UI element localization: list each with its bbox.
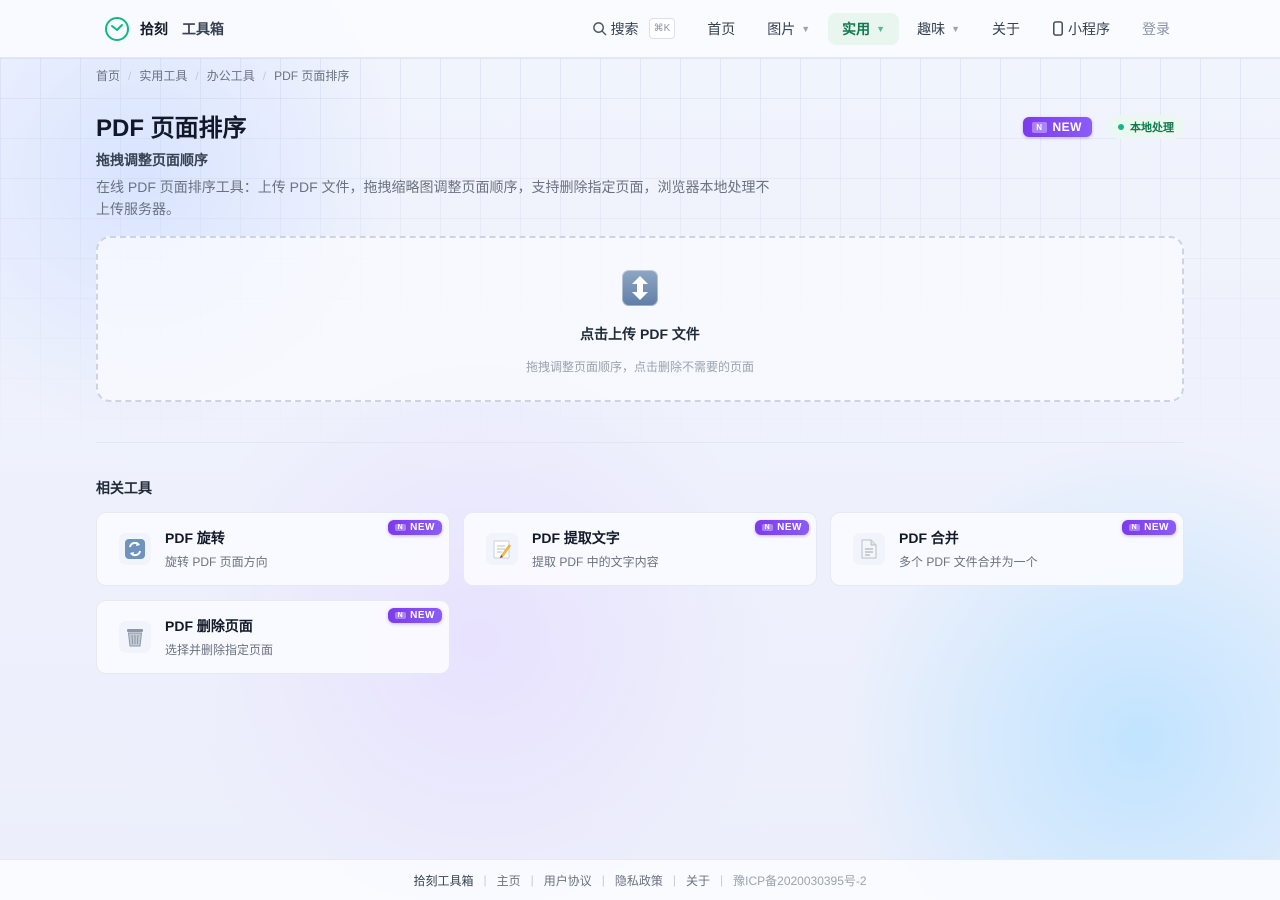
tool-name: PDF 旋转 bbox=[165, 530, 225, 546]
search-label: 搜索 bbox=[610, 20, 639, 37]
phone-icon bbox=[1052, 21, 1064, 36]
footer-link-home[interactable]: 主页 bbox=[497, 872, 521, 889]
up-down-arrow-icon bbox=[622, 270, 658, 306]
upload-hint: 拖拽调整页面顺序，点击删除不需要的页面 bbox=[525, 360, 754, 374]
footer-link-privacy[interactable]: 隐私政策 bbox=[615, 872, 663, 889]
page-header: PDF 页面排序 拖拽调整页面顺序 在线 PDF 页面排序工具：上传 PDF 文… bbox=[0, 84, 1280, 220]
nav-item-label: 小程序 bbox=[1068, 20, 1110, 37]
upload-title: 点击上传 PDF 文件 bbox=[580, 326, 700, 342]
nav-item-label: 图片 bbox=[767, 20, 796, 37]
new-badge-icon: N bbox=[761, 524, 774, 531]
new-badge: N NEW bbox=[387, 520, 442, 535]
breadcrumb-current: PDF 页面排序 bbox=[274, 69, 350, 83]
local-processing-label: 本地处理 bbox=[1130, 122, 1174, 134]
document-icon bbox=[853, 533, 885, 565]
footer-link-terms[interactable]: 用户协议 bbox=[544, 872, 592, 889]
nav-item-label: 实用 bbox=[842, 20, 871, 37]
new-badge: N NEW bbox=[754, 520, 809, 535]
page-title: PDF 页面排序 bbox=[96, 115, 247, 142]
nav-item-label: 关于 bbox=[992, 20, 1020, 37]
related-tools-grid: PDF 旋转 旋转 PDF 页面方向 N NEW PDF 提取文字 提取 PDF… bbox=[0, 498, 1280, 674]
brand-name: 拾刻 bbox=[140, 20, 168, 37]
trash-icon bbox=[119, 621, 151, 653]
new-badge: N NEW bbox=[387, 608, 442, 623]
tool-name: PDF 删除页面 bbox=[165, 618, 253, 634]
search-shortcut-hint: ⌘K bbox=[648, 18, 676, 39]
top-nav-bar: 拾刻 工具箱 搜索 ⌘K 首页 图片 ▼ 实用 ▼ 趣味 ▼ 关于 小程序 登录 bbox=[0, 0, 1280, 58]
footer-separator: | bbox=[483, 873, 487, 887]
page-description: 在线 PDF 页面排序工具：上传 PDF 文件，拖拽缩略图调整页面顺序，支持删除… bbox=[96, 179, 770, 217]
nav-item-about[interactable]: 关于 bbox=[978, 13, 1034, 45]
breadcrumb-separator: / bbox=[195, 68, 199, 83]
tool-description: 选择并删除指定页面 bbox=[165, 643, 274, 657]
login-button[interactable]: 登录 bbox=[1128, 13, 1184, 45]
search-icon bbox=[592, 21, 607, 36]
brand-logo-link[interactable]: 拾刻 工具箱 bbox=[104, 16, 224, 42]
chevron-down-icon: ▼ bbox=[951, 23, 960, 34]
site-footer: 拾刻工具箱 | 主页 | 用户协议 | 隐私政策 | 关于 | 豫ICP备202… bbox=[0, 859, 1280, 900]
new-badge: N NEW bbox=[1023, 117, 1092, 137]
nav-item-mini-program[interactable]: 小程序 bbox=[1038, 13, 1124, 45]
breadcrumb-office-tools[interactable]: 办公工具 bbox=[207, 67, 255, 84]
nav-item-fun[interactable]: 趣味 ▼ bbox=[903, 13, 974, 45]
new-badge-label: NEW bbox=[410, 522, 435, 533]
local-processing-badge: 本地处理 bbox=[1108, 115, 1184, 139]
footer-separator: | bbox=[601, 873, 605, 887]
breadcrumb-utility-tools[interactable]: 实用工具 bbox=[139, 67, 187, 84]
tool-card-pdf-extract-text[interactable]: PDF 提取文字 提取 PDF 中的文字内容 N NEW bbox=[463, 512, 817, 586]
new-badge-label: NEW bbox=[410, 610, 435, 621]
footer-separator: | bbox=[672, 873, 676, 887]
tool-name: PDF 合并 bbox=[899, 530, 959, 546]
breadcrumb: 首页 / 实用工具 / 办公工具 / PDF 页面排序 bbox=[0, 58, 1280, 84]
new-badge-label: NEW bbox=[777, 522, 802, 533]
new-badge-icon: N bbox=[394, 524, 407, 531]
tool-description: 多个 PDF 文件合并为一个 bbox=[899, 555, 1038, 569]
new-badge-icon: N bbox=[1032, 121, 1047, 133]
new-badge-label: NEW bbox=[1052, 120, 1082, 134]
nav-item-utilities[interactable]: 实用 ▼ bbox=[828, 12, 900, 45]
new-badge-icon: N bbox=[1128, 524, 1141, 531]
footer-separator: | bbox=[720, 873, 724, 887]
nav-item-label: 趣味 bbox=[917, 20, 946, 37]
new-badge-icon: N bbox=[394, 612, 407, 619]
footer-icp-link[interactable]: 豫ICP备2020030395号-2 bbox=[733, 872, 866, 889]
status-dot-icon bbox=[1118, 124, 1124, 130]
main-nav: 搜索 ⌘K 首页 图片 ▼ 实用 ▼ 趣味 ▼ 关于 小程序 登录 bbox=[578, 12, 1184, 45]
footer-link-about[interactable]: 关于 bbox=[686, 872, 710, 889]
search-button[interactable]: 搜索 ⌘K bbox=[578, 12, 690, 45]
pdf-upload-dropzone[interactable]: 点击上传 PDF 文件 拖拽调整页面顺序，点击删除不需要的页面 bbox=[96, 236, 1184, 402]
rotate-icon bbox=[119, 533, 151, 565]
page-subtitle: 拖拽调整页面顺序 bbox=[96, 152, 208, 168]
breadcrumb-separator: / bbox=[128, 68, 132, 83]
new-badge-label: NEW bbox=[1144, 522, 1169, 533]
nav-item-home[interactable]: 首页 bbox=[693, 13, 749, 45]
tool-card-pdf-delete-pages[interactable]: PDF 删除页面 选择并删除指定页面 N NEW bbox=[96, 600, 450, 674]
clock-logo-icon bbox=[104, 16, 130, 42]
footer-separator: | bbox=[530, 873, 534, 887]
breadcrumb-separator: / bbox=[262, 68, 267, 83]
tool-description: 旋转 PDF 页面方向 bbox=[165, 555, 268, 569]
tool-card-pdf-rotate[interactable]: PDF 旋转 旋转 PDF 页面方向 N NEW bbox=[96, 512, 450, 586]
nav-item-images[interactable]: 图片 ▼ bbox=[753, 13, 824, 45]
tool-card-pdf-merge[interactable]: PDF 合并 多个 PDF 文件合并为一个 N NEW bbox=[830, 512, 1184, 586]
tool-description: 提取 PDF 中的文字内容 bbox=[532, 555, 659, 569]
chevron-down-icon: ▼ bbox=[876, 23, 886, 34]
nav-item-label: 首页 bbox=[707, 20, 736, 37]
related-tools-heading: 相关工具 bbox=[96, 480, 152, 496]
new-badge: N NEW bbox=[1121, 520, 1176, 535]
memo-icon bbox=[486, 533, 518, 565]
chevron-down-icon: ▼ bbox=[801, 23, 811, 34]
breadcrumb-home[interactable]: 首页 bbox=[96, 67, 120, 84]
brand-subtitle: 工具箱 bbox=[182, 20, 224, 37]
footer-brand-link[interactable]: 拾刻工具箱 bbox=[413, 872, 473, 889]
page-badges: N NEW 本地处理 bbox=[1023, 115, 1184, 139]
tool-name: PDF 提取文字 bbox=[532, 530, 620, 546]
